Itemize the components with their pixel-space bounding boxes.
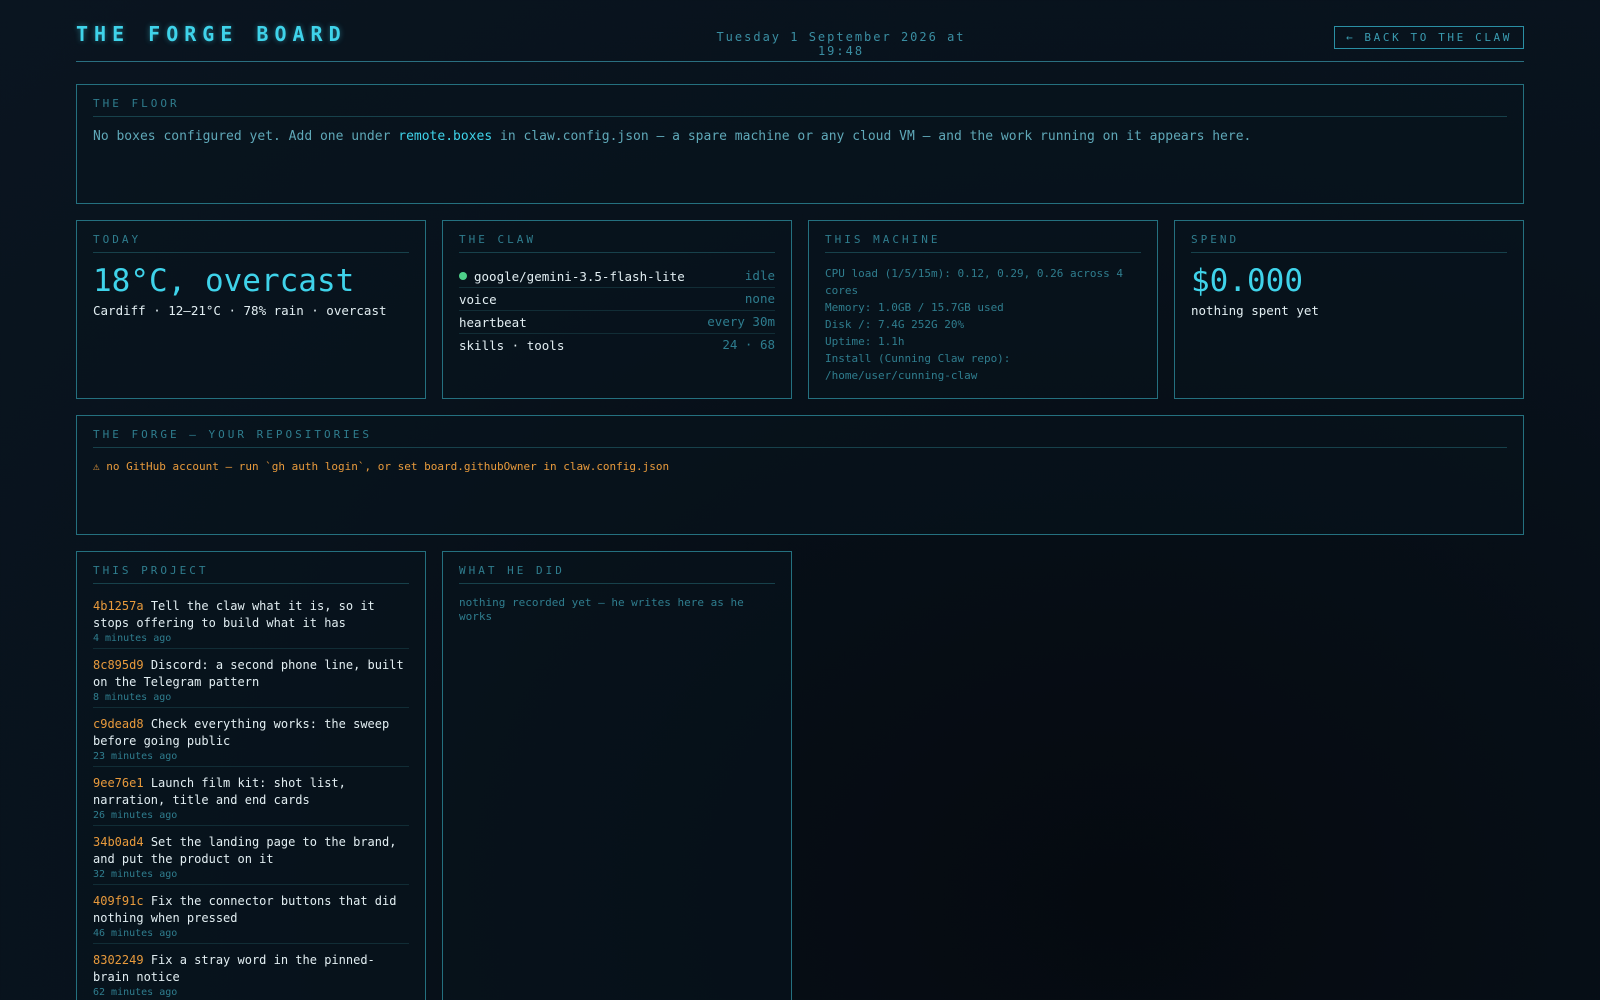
skills-tools-value: 24 · 68 [722, 337, 775, 352]
claw-title: THE CLAW [459, 233, 775, 253]
commit-hash: 4b1257a [93, 599, 144, 613]
floor-text-before: No boxes configured yet. Add one under [93, 129, 399, 144]
machine-panel: THIS MACHINE CPU load (1/5/15m): 0.12, 0… [808, 220, 1158, 399]
voice-value: none [744, 291, 775, 306]
header: THE FORGE BOARD Tuesday 1 September 2026… [76, 0, 1524, 62]
voice-label: voice [459, 291, 497, 307]
commit-time: 32 minutes ago [93, 869, 178, 880]
memory-usage: Memory: 1.0GB / 15.7GB used [825, 301, 1004, 314]
commit-time: 62 minutes ago [93, 987, 178, 998]
commit-time: 4 minutes ago [93, 633, 172, 644]
commit-hash: 34b0ad4 [93, 835, 144, 849]
floor-panel: THE FLOOR No boxes configured yet. Add o… [76, 84, 1524, 204]
list-item[interactable]: 8302249 Fix a stray word in the pinned-b… [93, 950, 409, 1000]
claw-row-heartbeat: heartbeat every 30m [459, 311, 775, 334]
list-item[interactable]: 409f91c Fix the connector buttons that d… [93, 891, 409, 944]
list-item[interactable]: 4b1257a Tell the claw what it is, so it … [93, 596, 409, 649]
page-title: THE FORGE BOARD [76, 22, 347, 46]
commit-time: 23 minutes ago [93, 751, 178, 762]
floor-message: No boxes configured yet. Add one under r… [93, 129, 1507, 144]
back-to-claw-button[interactable]: ← BACK TO THE CLAW [1333, 26, 1524, 49]
model-status: idle [744, 268, 775, 283]
list-item[interactable]: 8c895d9 Discord: a second phone line, bu… [93, 655, 409, 708]
heartbeat-value: every 30m [707, 314, 775, 329]
list-item[interactable]: 34b0ad4 Set the landing page to the bran… [93, 832, 409, 885]
uptime: Uptime: 1.1h [825, 335, 905, 348]
list-item[interactable]: c9dead8 Check everything works: the swee… [93, 714, 409, 767]
github-warning: ⚠ no GitHub account — run `gh auth login… [93, 460, 670, 473]
claw-panel: THE CLAW google/gemini-3.5-flash-lite id… [442, 220, 792, 399]
commit-hash: 409f91c [93, 894, 144, 908]
model-name: google/gemini-3.5-flash-lite [474, 268, 685, 284]
did-title: WHAT HE DID [459, 564, 775, 584]
spend-panel: SPEND $0.000 nothing spent yet [1174, 220, 1524, 399]
did-panel: WHAT HE DID nothing recorded yet — he wr… [442, 551, 792, 1000]
project-panel: THIS PROJECT 4b1257a Tell the claw what … [76, 551, 426, 1000]
forge-panel: THE FORGE — YOUR REPOSITORIES ⚠ no GitHu… [76, 415, 1524, 535]
spend-amount: $0.000 [1191, 263, 1303, 299]
commit-time: 26 minutes ago [93, 810, 178, 821]
claw-row-skills: skills · tools 24 · 68 [459, 334, 775, 357]
remote-boxes-key: remote.boxes [398, 129, 493, 144]
forge-title: THE FORGE — YOUR REPOSITORIES [93, 428, 1507, 448]
claw-row-voice: voice none [459, 288, 775, 311]
skills-tools-label: skills · tools [459, 338, 565, 353]
install-path: Install (Cunning Claw repo): /home/user/… [825, 352, 1011, 382]
weather-detail: Cardiff · 12–21°C · 78% rain · overcast [93, 303, 387, 318]
today-title: TODAY [93, 233, 409, 253]
spend-note: nothing spent yet [1191, 303, 1319, 318]
activity-empty-message: nothing recorded yet — he writes here as… [459, 596, 744, 623]
datetime: Tuesday 1 September 2026 at 19:48 [716, 30, 966, 58]
commit-time: 8 minutes ago [93, 692, 172, 703]
disk-usage: Disk /: 7.4G 252G 20% [825, 318, 965, 331]
today-panel: TODAY 18°C, overcast Cardiff · 12–21°C ·… [76, 220, 426, 399]
claw-row-model: google/gemini-3.5-flash-lite idle [459, 265, 775, 288]
commit-hash: c9dead8 [93, 717, 144, 731]
status-dot-icon [459, 272, 467, 280]
floor-text-after: in claw.config.json — a spare machine or… [492, 129, 1252, 144]
commit-hash: 8c895d9 [93, 658, 144, 672]
machine-title: THIS MACHINE [825, 233, 1141, 253]
weather-headline: 18°C, overcast [93, 263, 355, 299]
spend-title: SPEND [1191, 233, 1507, 253]
commit-time: 46 minutes ago [93, 928, 178, 939]
heartbeat-label: heartbeat [459, 314, 527, 330]
commit-hash: 9ee76e1 [93, 776, 144, 790]
list-item[interactable]: 9ee76e1 Launch film kit: shot list, narr… [93, 773, 409, 826]
commit-hash: 8302249 [93, 953, 144, 967]
cpu-load: CPU load (1/5/15m): 0.12, 0.29, 0.26 acr… [825, 267, 1124, 297]
project-title: THIS PROJECT [93, 564, 409, 584]
floor-title: THE FLOOR [93, 97, 1507, 117]
